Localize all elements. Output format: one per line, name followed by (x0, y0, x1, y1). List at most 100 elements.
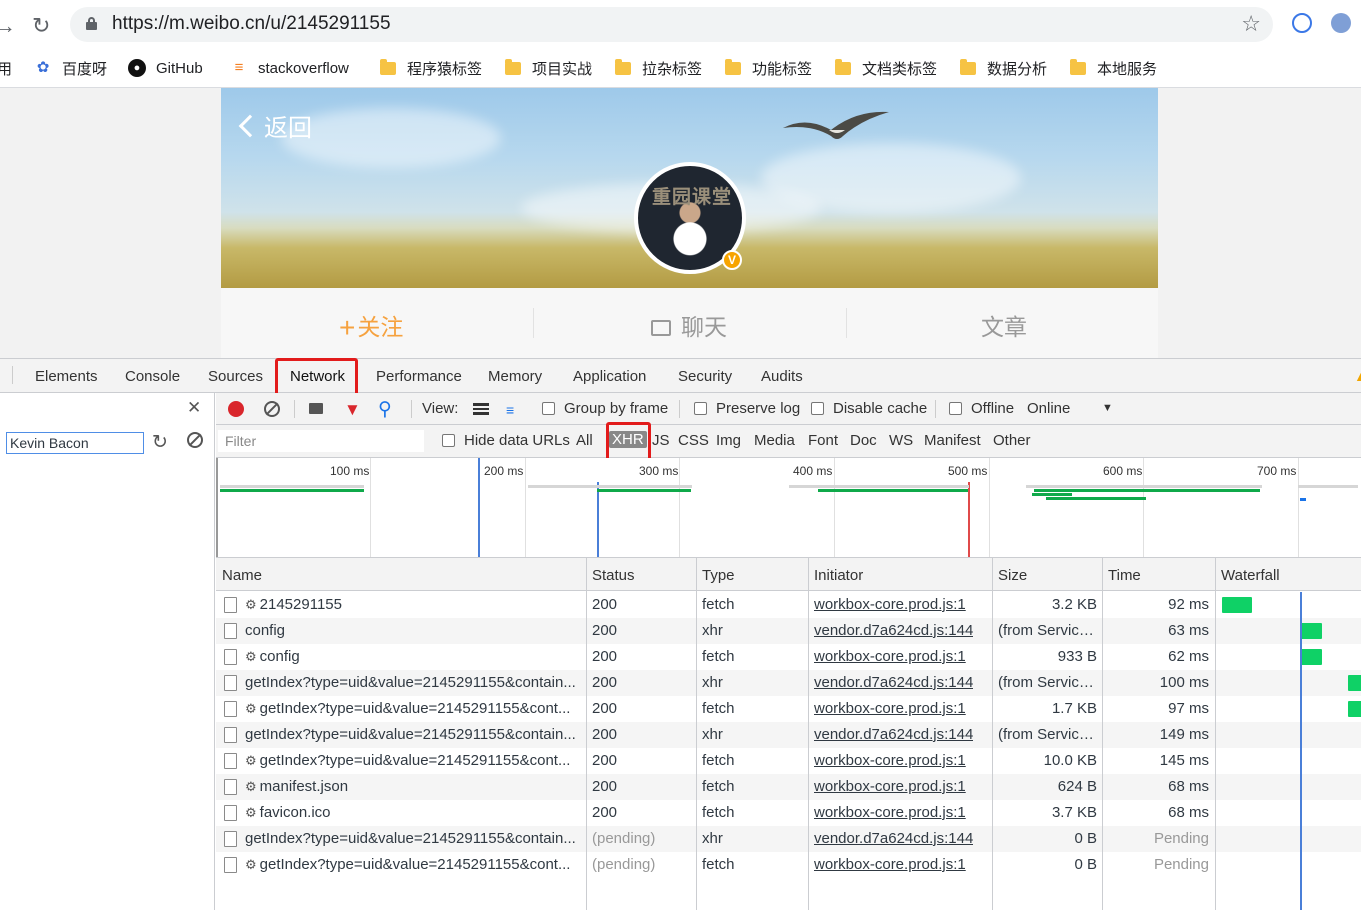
url-text[interactable]: https://m.weibo.cn/u/2145291155 (112, 13, 391, 35)
forward-icon[interactable]: → (0, 13, 16, 39)
record-icon[interactable] (228, 401, 244, 417)
table-row[interactable]: config 200 xhr vendor.d7a624cd.js:144 (from … (216, 618, 1361, 644)
table-row[interactable]: ⚙ config 200 fetch workbox-core.prod.js:1 933… (216, 644, 1361, 670)
checkbox[interactable] (442, 434, 455, 447)
throttling-select[interactable]: Online (1027, 400, 1070, 417)
filter-manifest[interactable]: Manifest (924, 432, 981, 449)
request-name[interactable]: ⚙ config (245, 648, 581, 665)
request-initiator-link[interactable]: workbox-core.prod.js:1 (814, 804, 966, 821)
column-header-time[interactable]: Time (1108, 567, 1141, 584)
request-name[interactable]: ⚙ 2145291155 (245, 596, 581, 613)
reload-icon[interactable]: ↻ (32, 13, 50, 39)
request-initiator-link[interactable]: workbox-core.prod.js:1 (814, 778, 966, 795)
table-row[interactable]: getIndex?type=uid&value=2145291155&conta… (216, 826, 1361, 852)
tab-memory[interactable]: Memory (488, 368, 542, 385)
bookmark-item[interactable]: 程序猿标签 (380, 58, 482, 78)
filter-font[interactable]: Font (808, 432, 838, 449)
request-name[interactable]: ⚙ getIndex?type=uid&value=2145291155&cont… (245, 700, 581, 717)
close-icon[interactable]: ✕ (187, 398, 201, 418)
request-initiator-link[interactable]: workbox-core.prod.js:1 (814, 700, 966, 717)
clear-log-icon[interactable] (264, 401, 280, 417)
request-name[interactable]: getIndex?type=uid&value=2145291155&conta… (245, 674, 581, 691)
filter-other[interactable]: Other (993, 432, 1031, 449)
search-input[interactable]: Kevin Bacon (6, 432, 144, 454)
tab-audits[interactable]: Audits (761, 368, 803, 385)
screenshot-camera-icon[interactable] (309, 403, 323, 414)
bookmark-item[interactable]: ● GitHub (128, 58, 203, 78)
column-header-type[interactable]: Type (702, 567, 735, 584)
clear-icon[interactable] (187, 432, 203, 448)
chat-button[interactable]: 聊天 (651, 308, 727, 342)
warning-icon[interactable]: ▲ (1354, 368, 1361, 384)
request-name[interactable]: ⚙ manifest.json (245, 778, 581, 795)
back-button[interactable]: 返回 (238, 108, 312, 143)
table-row[interactable]: ⚙ getIndex?type=uid&value=2145291155&cont… (216, 748, 1361, 774)
checkbox[interactable] (542, 402, 555, 415)
offline-toggle[interactable]: Offline (949, 400, 1014, 417)
dropdown-arrow-icon[interactable]: ▼ (1102, 402, 1113, 414)
bookmark-item[interactable]: 本地服务 (1070, 58, 1157, 78)
tab-application[interactable]: Application (573, 368, 646, 385)
request-name[interactable]: getIndex?type=uid&value=2145291155&conta… (245, 726, 581, 743)
extension-icon[interactable] (1292, 13, 1312, 33)
filter-media[interactable]: Media (754, 432, 795, 449)
column-header-waterfall[interactable]: Waterfall (1221, 567, 1280, 584)
bookmark-item[interactable]: 数据分析 (960, 58, 1047, 78)
waterfall-view-icon[interactable]: ≡ (506, 402, 514, 418)
table-row[interactable]: ⚙ getIndex?type=uid&value=2145291155&cont… (216, 852, 1361, 878)
table-row[interactable]: ⚙ getIndex?type=uid&value=2145291155&cont… (216, 696, 1361, 722)
search-icon[interactable]: ⚲ (378, 398, 392, 421)
request-initiator-link[interactable]: workbox-core.prod.js:1 (814, 648, 966, 665)
filter-ws[interactable]: WS (889, 432, 913, 449)
table-row[interactable]: getIndex?type=uid&value=2145291155&conta… (216, 722, 1361, 748)
disable-cache-toggle[interactable]: Disable cache (811, 400, 927, 417)
filter-js[interactable]: JS (652, 432, 670, 449)
request-name[interactable]: config (245, 622, 581, 639)
request-initiator-link[interactable]: vendor.d7a624cd.js:144 (814, 674, 973, 691)
filter-img[interactable]: Img (716, 432, 741, 449)
column-header-initiator[interactable]: Initiator (814, 567, 863, 584)
request-initiator-link[interactable]: workbox-core.prod.js:1 (814, 752, 966, 769)
table-row[interactable]: ⚙ manifest.json 200 fetch workbox-core.prod.… (216, 774, 1361, 800)
bookmark-item[interactable]: 文档类标签 (835, 58, 937, 78)
bookmark-item[interactable]: 拉杂标签 (615, 58, 702, 78)
refresh-icon[interactable]: ↻ (152, 431, 168, 454)
tab-console[interactable]: Console (125, 368, 180, 385)
article-button[interactable]: 文章 (981, 308, 1027, 342)
request-initiator-link[interactable]: vendor.d7a624cd.js:144 (814, 622, 973, 639)
checkbox[interactable] (811, 402, 824, 415)
table-row[interactable]: ⚙ 2145291155 200 fetch workbox-core.prod.js:… (216, 592, 1361, 618)
request-initiator-link[interactable]: workbox-core.prod.js:1 (814, 856, 966, 873)
column-header-name[interactable]: Name (222, 567, 262, 584)
hide-data-urls-toggle[interactable]: Hide data URLs (442, 432, 570, 449)
preserve-log-toggle[interactable]: Preserve log (694, 400, 800, 417)
request-name[interactable]: ⚙ favicon.ico (245, 804, 581, 821)
request-initiator-link[interactable]: workbox-core.prod.js:1 (814, 596, 966, 613)
omnibox[interactable]: https://m.weibo.cn/u/2145291155 ☆ (70, 7, 1273, 42)
follow-button[interactable]: +关注 (339, 308, 403, 344)
bookmark-item[interactable]: 用 (0, 58, 12, 78)
checkbox[interactable] (694, 402, 707, 415)
group-by-frame-toggle[interactable]: Group by frame (542, 400, 668, 417)
bookmark-item[interactable]: 功能标签 (725, 58, 812, 78)
filter-all[interactable]: All (576, 432, 593, 449)
table-row[interactable]: getIndex?type=uid&value=2145291155&conta… (216, 670, 1361, 696)
filter-doc[interactable]: Doc (850, 432, 877, 449)
bookmark-item[interactable]: 项目实战 (505, 58, 592, 78)
request-name[interactable]: ⚙ getIndex?type=uid&value=2145291155&cont… (245, 752, 581, 769)
checkbox[interactable] (949, 402, 962, 415)
tab-security[interactable]: Security (678, 368, 732, 385)
tab-performance[interactable]: Performance (376, 368, 462, 385)
tab-sources[interactable]: Sources (208, 368, 263, 385)
request-initiator-link[interactable]: vendor.d7a624cd.js:144 (814, 830, 973, 847)
request-name[interactable]: getIndex?type=uid&value=2145291155&conta… (245, 830, 581, 847)
request-name[interactable]: ⚙ getIndex?type=uid&value=2145291155&cont… (245, 856, 581, 873)
bookmark-item[interactable]: ✿ 百度呀 (34, 58, 107, 78)
extension-icon[interactable] (1331, 13, 1351, 33)
tab-elements[interactable]: Elements (35, 368, 98, 385)
filter-icon[interactable]: ▼ (344, 400, 361, 420)
bookmark-star-icon[interactable]: ☆ (1241, 11, 1261, 37)
filter-input[interactable]: Filter (218, 430, 424, 452)
large-rows-icon[interactable] (473, 403, 489, 415)
request-initiator-link[interactable]: vendor.d7a624cd.js:144 (814, 726, 973, 743)
